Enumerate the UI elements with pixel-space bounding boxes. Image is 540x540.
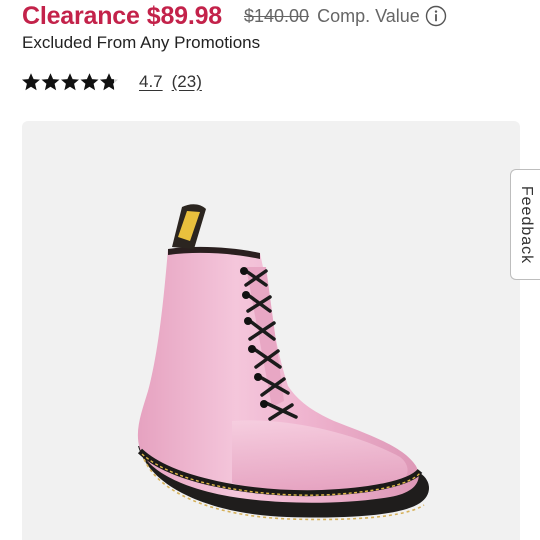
- star-icons: [22, 73, 118, 91]
- rating-value-link[interactable]: 4.7: [139, 72, 163, 92]
- info-circle-icon[interactable]: [425, 5, 447, 27]
- comp-value-label: Comp. Value: [317, 5, 420, 26]
- feedback-button[interactable]: Feedback: [510, 169, 540, 280]
- clearance-price: $89.98: [146, 1, 222, 30]
- rating-row[interactable]: 4.7 (23): [21, 70, 202, 94]
- boot-illustration: [137, 204, 429, 521]
- product-image[interactable]: [22, 121, 520, 540]
- price-row: Clearance $89.98 $140.00 Comp. Value: [22, 0, 447, 32]
- feedback-label: Feedback: [517, 185, 535, 264]
- promo-exclusion-note: Excluded From Any Promotions: [22, 33, 261, 52]
- review-count-link[interactable]: (23): [172, 72, 202, 92]
- star-rating: [21, 72, 119, 92]
- original-price: $140.00: [244, 5, 310, 26]
- clearance-label: Clearance: [22, 1, 140, 30]
- product-detail-page: Clearance $89.98 $140.00 Comp. Value Exc…: [0, 0, 540, 540]
